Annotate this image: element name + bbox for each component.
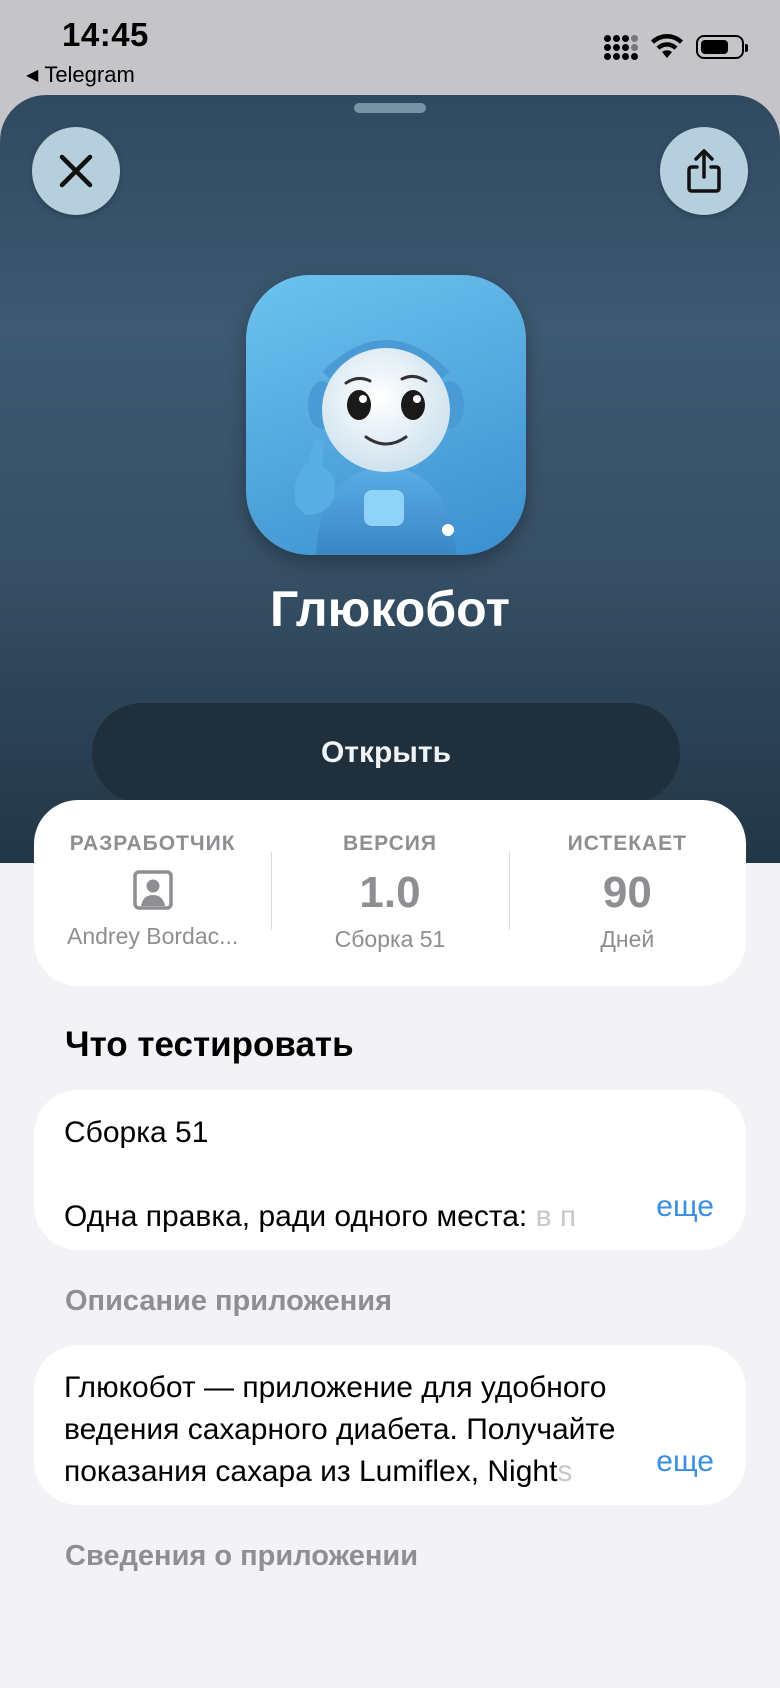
- app-info-card: РАЗРАБОТЧИК Andrey Bordac... ВЕРСИЯ 1.0 …: [34, 800, 746, 986]
- what-to-test-text-fade: в п: [535, 1200, 577, 1233]
- developer-name: Andrey Bordac...: [67, 923, 239, 949]
- what-to-test-text-visible: Одна правка, ради одного места:: [64, 1200, 536, 1233]
- build-number: Сборка 51: [334, 926, 446, 952]
- close-button[interactable]: [32, 127, 120, 215]
- build-line: Сборка 51: [64, 1116, 209, 1149]
- expires-value: 90: [602, 868, 652, 917]
- open-button[interactable]: Открыть: [92, 703, 680, 803]
- status-time: 14:45: [62, 16, 149, 53]
- share-button[interactable]: [660, 127, 748, 215]
- expires-unit: Дней: [600, 926, 655, 952]
- wifi-icon: [651, 34, 683, 58]
- description-line-2: ведения сахарного диабета. Получайте: [64, 1413, 616, 1446]
- what-to-test-title: Что тестировать: [65, 1025, 354, 1064]
- cellular-signal-icon: [604, 34, 638, 60]
- app-info-title: Сведения о приложении: [65, 1540, 419, 1572]
- description-more-link[interactable]: еще: [646, 1441, 714, 1483]
- description-line-3-fade: s: [557, 1455, 573, 1488]
- developer-label: РАЗРАБОТЧИК: [69, 832, 236, 855]
- expires-column: ИСТЕКАЕТ 90 Дней: [508, 800, 746, 986]
- app-title: Глюкобот: [270, 581, 510, 637]
- sheet-grabber[interactable]: [354, 103, 426, 113]
- app-sheet: Глюкобот Открыть РАЗРАБОТЧИК Andrey Bord…: [0, 95, 780, 1688]
- version-column: ВЕРСИЯ 1.0 Сборка 51: [271, 800, 508, 986]
- status-bar: 14:45 ◀ Telegram: [0, 0, 780, 95]
- battery-icon: [696, 35, 748, 59]
- what-to-test-text: Одна правка, ради одного места: в п: [64, 1196, 716, 1238]
- back-triangle-icon: ◀: [26, 67, 39, 84]
- share-icon: [687, 149, 721, 193]
- what-to-test-card[interactable]: Сборка 51 Одна правка, ради одного места…: [34, 1090, 746, 1250]
- status-icons: [604, 34, 748, 60]
- close-icon: [59, 154, 93, 188]
- person-icon: [132, 870, 173, 915]
- description-line-3-visible: показания сахара из Lumiflex, Night: [64, 1455, 558, 1488]
- version-label: ВЕРСИЯ: [342, 832, 437, 855]
- description-card[interactable]: Глюкобот — приложение для удобного веден…: [34, 1345, 746, 1505]
- description-line-1: Глюкобот — приложение для удобного: [64, 1371, 607, 1404]
- back-app-label: Telegram: [44, 62, 135, 87]
- what-to-test-more-link[interactable]: еще: [646, 1186, 714, 1228]
- expires-label: ИСТЕКАЕТ: [567, 832, 688, 855]
- version-value: 1.0: [359, 868, 421, 917]
- robot-app-icon: [246, 275, 526, 555]
- hero-header: Глюкобот Открыть: [0, 95, 780, 863]
- description-line-3: показания сахара из Lumiflex, Nights: [64, 1451, 716, 1493]
- back-to-telegram[interactable]: ◀ Telegram: [26, 62, 135, 88]
- developer-column[interactable]: РАЗРАБОТЧИК Andrey Bordac...: [34, 800, 271, 986]
- description-title: Описание приложения: [65, 1285, 393, 1317]
